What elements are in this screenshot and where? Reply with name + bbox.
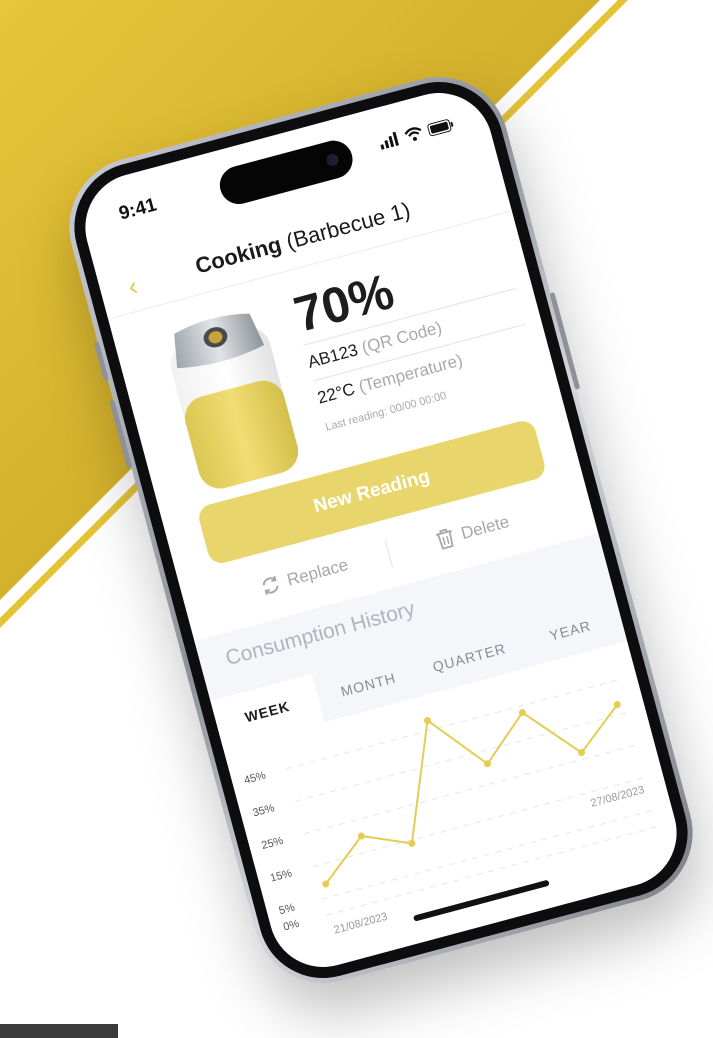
dynamic-island	[215, 136, 357, 209]
temperature-value: 22°C	[315, 379, 357, 408]
y-tick-label: 15%	[269, 867, 294, 884]
gas-tank-image	[170, 313, 299, 489]
x-end-label: 27/08/2023	[589, 784, 645, 810]
replace-label: Replace	[284, 555, 351, 590]
refresh-icon	[262, 576, 278, 596]
x-start-label: 21/08/2023	[333, 911, 389, 937]
camera-dot	[325, 152, 340, 168]
title-main: Cooking	[192, 231, 285, 279]
grid-line	[303, 744, 637, 835]
signal-icon	[380, 131, 400, 150]
status-icons	[378, 117, 455, 150]
battery-icon	[427, 118, 454, 136]
grid-line	[312, 776, 646, 867]
trash-icon	[435, 528, 454, 550]
grid-line	[295, 711, 628, 802]
bottom-bar	[0, 1024, 118, 1038]
grid-line	[321, 809, 654, 900]
y-tick-label: 45%	[243, 770, 268, 787]
y-tick-label: 5%	[278, 901, 297, 917]
delete-label: Delete	[458, 511, 512, 543]
y-tick-label: 25%	[260, 835, 285, 852]
status-time: 9:41	[116, 194, 159, 225]
qr-code-value: AB123	[305, 340, 360, 372]
y-tick-label: 35%	[252, 802, 277, 819]
title-sub: (Barbecue 1)	[283, 197, 413, 255]
y-tick-label: 0%	[282, 918, 301, 934]
wifi-icon	[404, 127, 422, 141]
